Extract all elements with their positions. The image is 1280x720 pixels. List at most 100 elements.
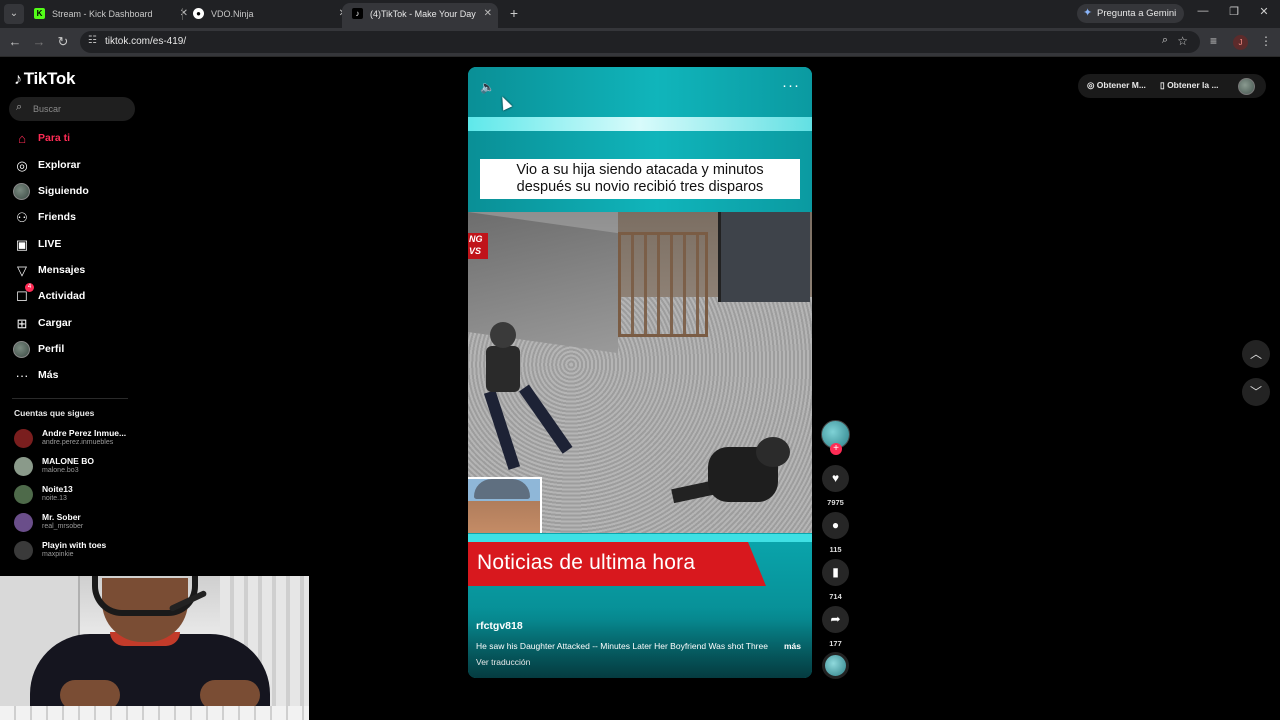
footage-person [668, 437, 808, 527]
vdo-ninja-icon: ● [193, 8, 204, 19]
get-app-button[interactable]: ▯ Obtener la ... [1160, 80, 1219, 91]
following-account[interactable]: Mr. Sober real_mrsober [14, 511, 134, 535]
share-count: 177 [829, 639, 842, 648]
sidebar-item-siguiendo[interactable]: Siguiendo [10, 181, 128, 203]
account-name: Mr. Sober [42, 512, 81, 522]
restore-icon[interactable]: ❐ [1226, 5, 1242, 18]
tiktok-note-icon: ♪ [14, 71, 22, 88]
account-handle: maxpinkie [42, 551, 74, 558]
footage-inset-photo [468, 477, 542, 534]
video-stripe [468, 117, 812, 131]
bookmark-icon: ▮ [832, 565, 839, 579]
music-disc-icon[interactable] [822, 652, 849, 679]
inset-cap [474, 479, 530, 499]
forward-icon[interactable]: → [30, 34, 48, 49]
footage-chair [618, 232, 708, 337]
minimize-icon[interactable]: — [1195, 5, 1211, 17]
tab-search-chevron-icon[interactable]: ⌄ [4, 4, 24, 24]
tab-kick-dashboard[interactable]: K Stream - Kick Dashboard ✕ [24, 3, 194, 28]
share-arrow-icon: ➦ [830, 612, 841, 626]
following-account[interactable]: Andre Perez Inmue... andre.perez.inmuebl… [14, 427, 134, 451]
previous-video-button[interactable]: ︿ [1242, 340, 1270, 368]
video-author[interactable]: rfctgv818 [476, 620, 523, 632]
get-coins-button[interactable]: ◎ Obtener M... [1087, 80, 1146, 91]
footage-person [480, 322, 573, 472]
sidebar-item-para-ti[interactable]: ⌂ Para ti [10, 128, 128, 150]
close-window-icon[interactable]: ✕ [1256, 5, 1272, 18]
browser-tabstrip: ⌄ K Stream - Kick Dashboard ✕ ● VDO.Ninj… [0, 0, 1280, 28]
upload-icon: ⊞ [16, 316, 28, 331]
following-account[interactable]: Playin with toes maxpinkie [14, 539, 134, 563]
save-button[interactable]: ▮ [822, 559, 849, 586]
tiktok-logo[interactable]: ♪ TikTok [14, 69, 75, 89]
ask-gemini-button[interactable]: ✦ Pregunta a Gemini [1077, 4, 1185, 23]
video-description: He saw his Daughter Attacked -- Minutes … [476, 641, 768, 651]
sidebar-item-label: Más [38, 369, 59, 381]
address-bar[interactable]: ☷ tiktok.com/es-419/ ⌕ ☆ [80, 31, 1200, 53]
next-video-button[interactable]: ﹀ [1242, 378, 1270, 406]
sidebar-item-actividad[interactable]: ☐ 4 Actividad [10, 283, 128, 308]
avatar [14, 513, 33, 532]
tab-title: (4)TikTok - Make Your Day [370, 9, 476, 19]
sidebar-item-label: Perfil [38, 343, 65, 355]
video-stripe [468, 534, 812, 542]
avatar [14, 541, 33, 560]
sidebar-item-live[interactable]: ▣ LIVE [10, 234, 128, 256]
gemini-icon: ✦ [1083, 7, 1093, 19]
account-handle: malone.bo3 [42, 467, 79, 474]
comment-button[interactable]: ● [822, 512, 849, 539]
video-security-footage: NG VS [468, 212, 812, 534]
video-player[interactable]: Vio a su hija siendo atacada y minutos d… [468, 67, 812, 678]
tiktok-icon: ♪ [352, 8, 363, 19]
sidebar-item-perfil[interactable]: Perfil [10, 339, 128, 361]
zoom-icon[interactable]: ⌕ [1162, 34, 1168, 47]
more-icon: ··· [15, 368, 29, 383]
back-icon[interactable]: ← [6, 34, 24, 49]
footage-person-body [486, 346, 520, 392]
account-name: Noite13 [42, 484, 73, 494]
sidebar-item-mensajes[interactable]: ▽ Mensajes [10, 260, 128, 282]
new-tab-button[interactable]: + [505, 4, 523, 22]
more-options-icon[interactable]: ··· [782, 77, 800, 94]
messages-icon: ▽ [17, 263, 27, 278]
share-button[interactable]: ➦ [822, 606, 849, 633]
browser-menu-icon[interactable]: ⋮ [1260, 34, 1272, 48]
tab-tiktok[interactable]: ♪ (4)TikTok - Make Your Day ✕ [342, 3, 498, 28]
keyboard-image [0, 706, 309, 720]
video-headline-line: Vio a su hija siendo atacada y minutos [516, 162, 764, 178]
reload-icon[interactable]: ↻ [54, 34, 72, 50]
close-tab-icon[interactable]: ✕ [484, 3, 492, 25]
coin-icon: ◎ [1087, 80, 1095, 90]
save-count: 714 [829, 592, 842, 601]
follow-plus-icon[interactable]: + [830, 443, 842, 455]
search-icon: ⌕ [16, 101, 23, 113]
media-control-icon[interactable]: ≡ [1210, 34, 1217, 48]
tab-vdo-ninja[interactable]: ● VDO.Ninja ✕ [183, 3, 353, 28]
sidebar-item-mas[interactable]: ··· Más [10, 365, 128, 387]
sidebar-item-friends[interactable]: ⚇ Friends [10, 207, 128, 229]
url-text[interactable]: tiktok.com/es-419/ [105, 36, 186, 47]
sidebar-item-cargar[interactable]: ⊞ Cargar [10, 313, 128, 335]
volume-icon[interactable]: 🔈 [480, 80, 495, 94]
headset-icon [92, 576, 198, 616]
site-info-icon[interactable]: ☷ [88, 35, 97, 46]
footage-person-head [490, 322, 516, 348]
chevron-up-icon: ︿ [1249, 347, 1262, 361]
see-translation-link[interactable]: Ver traducción [476, 657, 530, 667]
description-more-link[interactable]: más [784, 641, 801, 651]
profile-avatar[interactable]: J [1233, 35, 1248, 50]
compass-icon: ◎ [16, 158, 28, 173]
following-section-title: Cuentas que sigues [14, 408, 95, 418]
search-box[interactable]: ⌕ [9, 97, 135, 121]
bookmark-star-icon[interactable]: ☆ [1177, 34, 1188, 48]
comment-count: 115 [829, 545, 842, 554]
user-avatar[interactable] [1238, 78, 1255, 95]
sidebar-item-explorar[interactable]: ◎ Explorar [10, 155, 128, 177]
search-input[interactable] [33, 100, 129, 118]
like-button[interactable]: ♥ [822, 465, 849, 492]
following-account[interactable]: Noite13 noite.13 [14, 483, 134, 507]
like-count: 7975 [827, 498, 844, 507]
following-account[interactable]: MALONE BO malone.bo3 [14, 455, 134, 479]
tab-title: VDO.Ninja [211, 9, 254, 19]
account-name: MALONE BO [42, 456, 94, 466]
